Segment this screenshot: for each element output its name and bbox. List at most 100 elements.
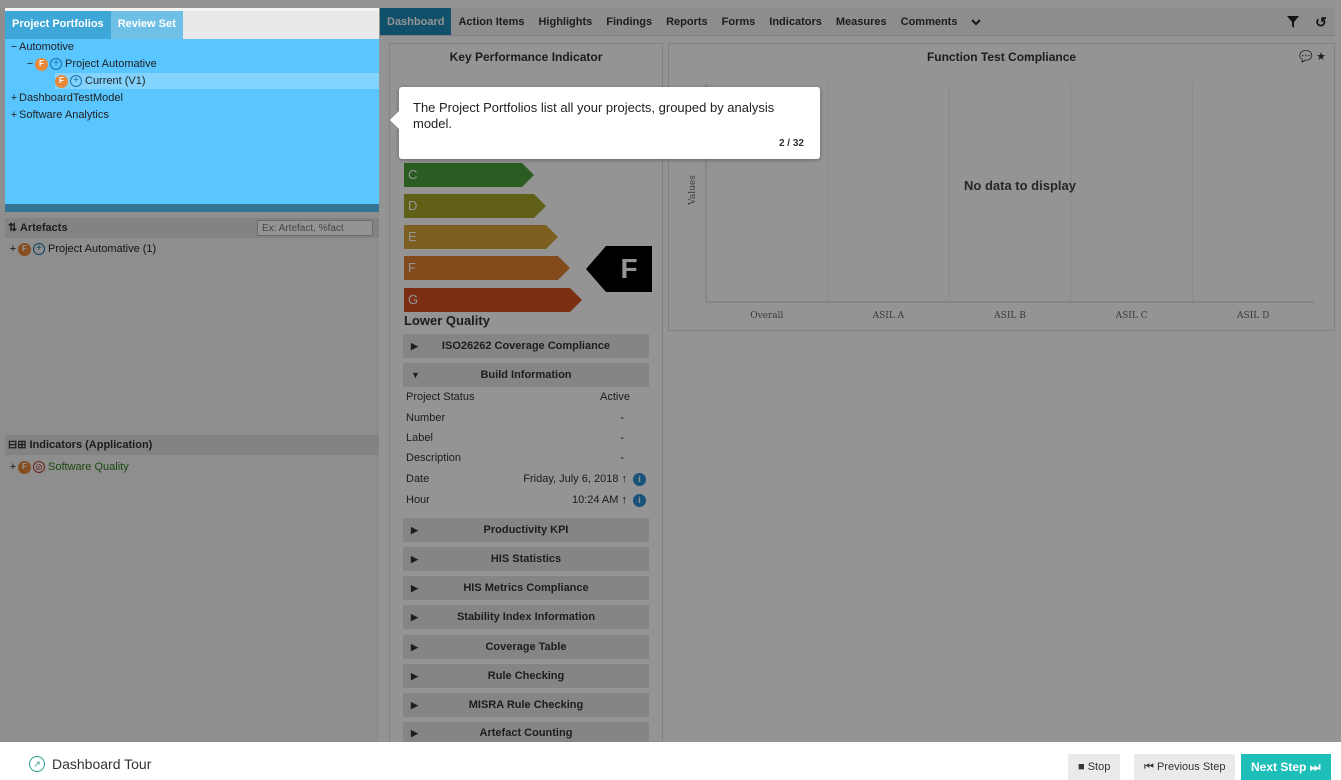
expand-icon[interactable]: +: [8, 241, 18, 257]
grade-f-bar: F: [404, 256, 570, 280]
tree-item-dashboardtestmodel[interactable]: + DashboardTestModel: [9, 90, 123, 106]
tab-review-set[interactable]: Review Set: [110, 11, 183, 39]
portfolio-tree: − Automotive − F + Project Automative F …: [5, 39, 379, 212]
section-label: Artefact Counting: [479, 727, 573, 739]
tree-item-project-automative[interactable]: − F + Project Automative: [25, 56, 157, 72]
tab-forms[interactable]: Forms: [715, 8, 763, 35]
expand-icon[interactable]: +: [9, 90, 19, 106]
info-label: Project Status: [406, 391, 475, 403]
tab-findings[interactable]: Findings: [599, 8, 659, 35]
build-row-label: Label -: [406, 428, 646, 448]
indicators-title: Indicators (Application): [29, 439, 153, 451]
section-his-statistics[interactable]: ▶ HIS Statistics: [403, 547, 649, 571]
section-label: Build Information: [480, 369, 572, 381]
expand-all-icon[interactable]: ⊞: [17, 439, 26, 451]
tab-dashboard[interactable]: Dashboard: [380, 8, 452, 35]
section-coverage-table[interactable]: ▶ Coverage Table: [403, 635, 649, 659]
x-tick-label: ASIL A: [872, 311, 905, 321]
caret-right-icon: ▶: [411, 671, 418, 681]
no-data-message: No data to display: [964, 178, 1077, 193]
lower-quality-label: Lower Quality: [404, 313, 490, 328]
skip-back-icon: ⏮: [1144, 761, 1154, 773]
info-value: -: [620, 452, 624, 464]
expand-icon[interactable]: +: [9, 107, 19, 123]
skip-forward-icon: ⏭: [1309, 760, 1321, 774]
info-label: Hour: [406, 494, 430, 506]
rating-f-icon: F: [18, 242, 31, 256]
stop-square-icon: ■: [1078, 761, 1085, 773]
tab-indicators[interactable]: Indicators: [762, 8, 829, 35]
info-icon[interactable]: i: [633, 493, 646, 507]
section-productivity-kpi[interactable]: ▶ Productivity KPI: [403, 518, 649, 542]
tree-item-automotive[interactable]: − Automotive: [9, 39, 74, 55]
chart-tools: 💬 ★: [1299, 50, 1326, 63]
info-value: Active: [600, 391, 630, 403]
tab-reports[interactable]: Reports: [659, 8, 715, 35]
build-row-number: Number -: [406, 408, 646, 428]
info-label: Label: [406, 432, 433, 444]
grade-e-bar: E: [404, 225, 558, 249]
artefact-filter-input[interactable]: [257, 220, 373, 236]
plus-circle-icon: +: [50, 58, 62, 70]
section-iso26262[interactable]: ▶ ISO26262 Coverage Compliance: [403, 334, 649, 358]
grade-d-bar: D: [404, 194, 546, 218]
info-value: -: [620, 432, 624, 444]
info-icon[interactable]: i: [633, 472, 646, 486]
plus-circle-icon: +: [33, 243, 45, 255]
left-panel: Project Portfolios Review Set − Automoti…: [0, 8, 379, 742]
tree-item-label: Software Analytics: [19, 109, 109, 121]
section-stability-index[interactable]: ▶ Stability Index Information: [403, 605, 649, 629]
section-rule-checking[interactable]: ▶ Rule Checking: [403, 664, 649, 688]
filter-icon[interactable]: [1279, 8, 1307, 36]
top-nav: Dashboard Action Items Highlights Findin…: [380, 8, 1335, 36]
artefact-item-project-automative[interactable]: + F + Project Automative (1): [8, 241, 156, 257]
tab-project-portfolios[interactable]: Project Portfolios: [5, 11, 111, 39]
section-label: Stability Index Information: [456, 611, 596, 623]
caret-right-icon: ▶: [411, 583, 418, 593]
tab-action-items[interactable]: Action Items: [451, 8, 531, 35]
tour-arrow-icon: ↗: [29, 756, 45, 772]
tooltip-text: The Project Portfolios list all your pro…: [413, 100, 775, 131]
previous-step-button[interactable]: ⏮ Previous Step: [1134, 754, 1236, 780]
build-row-description: Description -: [406, 448, 646, 468]
section-label: ISO26262 Coverage Compliance: [441, 340, 611, 352]
x-tick-label: ASIL D: [1236, 311, 1269, 321]
tab-measures[interactable]: Measures: [829, 8, 894, 35]
more-tabs-chevron-icon[interactable]: [964, 8, 988, 35]
section-build-information[interactable]: ▼ Build Information: [403, 363, 649, 387]
comment-icon[interactable]: 💬: [1299, 51, 1313, 63]
tree-item-current-version[interactable]: F + Current (V1): [55, 73, 379, 89]
caret-right-icon: ▶: [411, 642, 418, 652]
tour-tooltip: The Project Portfolios list all your pro…: [390, 87, 820, 159]
info-value: 10:24 AM ↑: [571, 494, 627, 506]
star-icon[interactable]: ★: [1316, 51, 1326, 63]
indicators-header: ⊟⊞ Indicators (Application): [5, 435, 379, 455]
chart-title: Function Test Compliance: [926, 50, 1077, 64]
tab-highlights[interactable]: Highlights: [531, 8, 599, 35]
next-step-button[interactable]: Next Step ⏭: [1241, 754, 1331, 780]
tab-comments[interactable]: Comments: [894, 8, 965, 35]
info-label: Number: [406, 412, 446, 424]
expand-icon[interactable]: +: [8, 459, 18, 475]
section-artefact-counting[interactable]: ▶ Artefact Counting: [403, 722, 649, 742]
section-label: HIS Metrics Compliance: [463, 582, 589, 594]
collapse-icon[interactable]: −: [9, 39, 19, 55]
collapse-all-icon[interactable]: ⊟: [8, 439, 17, 451]
tree-item-software-analytics[interactable]: + Software Analytics: [9, 107, 109, 123]
section-misra-rule-checking[interactable]: ▶ MISRA Rule Checking: [403, 693, 649, 717]
rating-f-icon: F: [18, 460, 31, 474]
x-tick-label: ASIL C: [1115, 311, 1148, 321]
previous-label: Previous Step: [1156, 761, 1226, 773]
indicator-item-software-quality[interactable]: + F ⊘ Software Quality: [8, 459, 129, 475]
collapse-icon[interactable]: −: [25, 56, 35, 72]
info-value: Friday, July 6, 2018 ↑: [523, 473, 627, 485]
stop-button[interactable]: ■ Stop: [1068, 754, 1121, 780]
section-his-metrics[interactable]: ▶ HIS Metrics Compliance: [403, 576, 649, 600]
sort-icon[interactable]: ⇅: [8, 222, 17, 234]
info-label: Date: [406, 473, 430, 485]
section-label: Rule Checking: [487, 670, 565, 682]
undo-icon[interactable]: ↺: [1307, 8, 1335, 36]
rating-f-icon: F: [55, 74, 68, 88]
artefact-item-label: Project Automative (1): [48, 243, 157, 255]
caret-right-icon: ▶: [411, 700, 418, 710]
